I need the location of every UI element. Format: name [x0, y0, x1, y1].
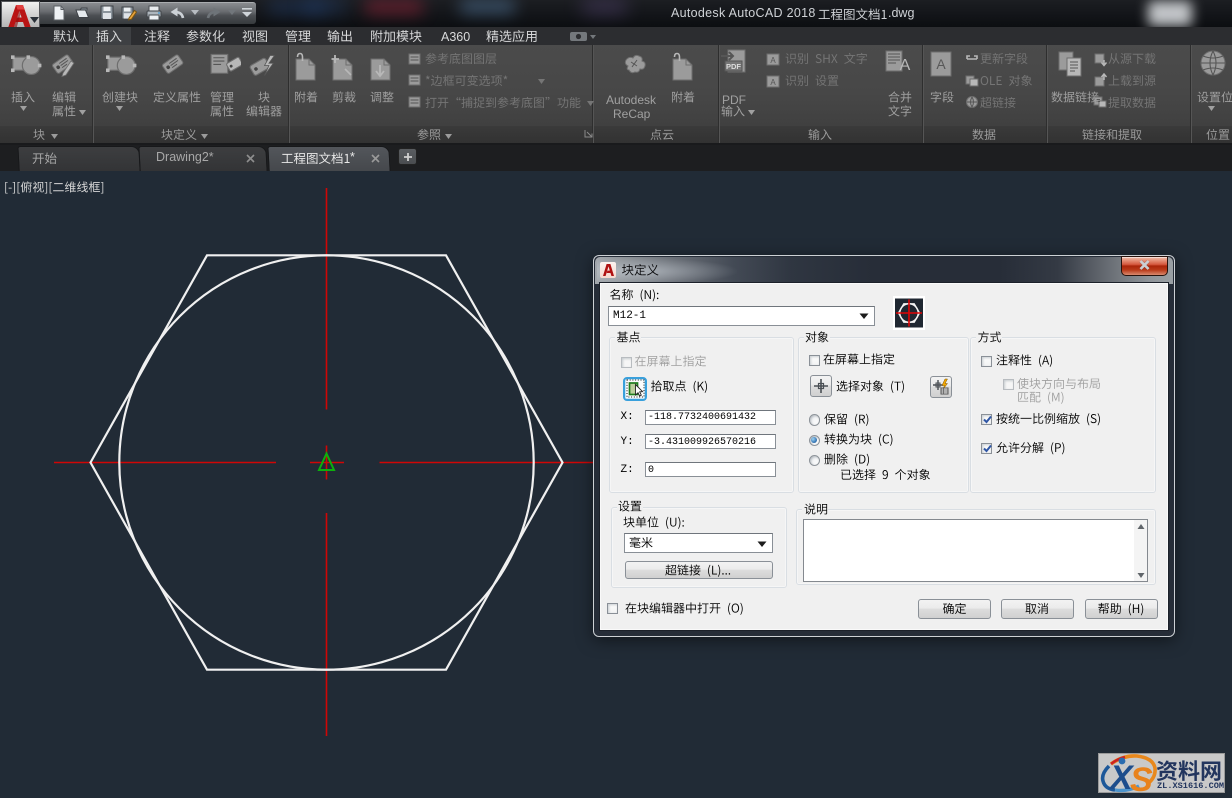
svg-text:S: S — [1130, 761, 1153, 793]
